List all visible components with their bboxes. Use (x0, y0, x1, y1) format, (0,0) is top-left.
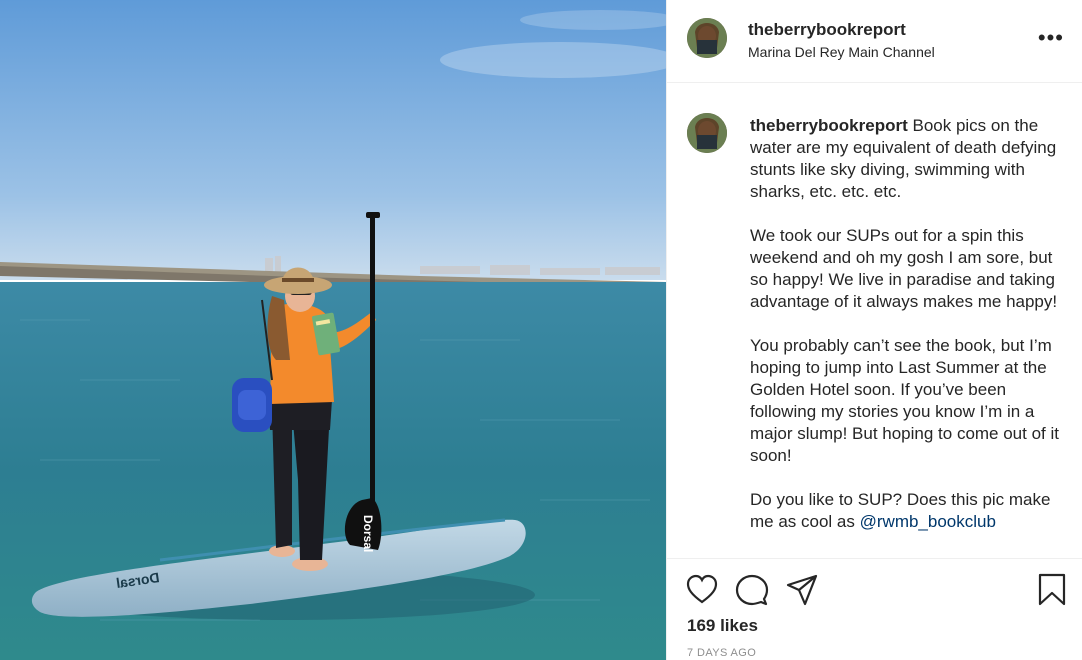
caption-username[interactable]: theberrybookreport (750, 116, 908, 135)
avatar-image (687, 113, 727, 153)
post-location[interactable]: Marina Del Rey Main Channel (748, 44, 935, 60)
save-button[interactable] (1035, 573, 1069, 607)
post-caption: theberrybookreport Book pics on the wate… (750, 115, 1060, 555)
comment-icon (735, 574, 769, 606)
post-photo[interactable]: Dorsal Dorsal (0, 0, 666, 660)
share-icon (786, 574, 818, 606)
post-sidebar: theberrybookreport Marina Del Rey Main C… (666, 0, 1082, 660)
post-header: theberrybookreport Marina Del Rey Main C… (667, 0, 1082, 83)
paddle-brand-text: Dorsal (361, 515, 375, 552)
post-date[interactable]: 7 DAYS AGO (687, 647, 756, 659)
heart-icon (686, 574, 718, 604)
mention-link[interactable]: @rwmb_bookclub (860, 512, 996, 531)
caption-paragraph: Do you like to SUP? Does this pic make m… (750, 489, 1060, 533)
post-username[interactable]: theberrybookreport (748, 20, 906, 40)
caption-paragraph: We took our SUPs out for a spin this wee… (750, 226, 1058, 311)
post-actions: 169 likes 7 DAYS AGO (667, 558, 1082, 660)
caption-avatar[interactable] (687, 113, 727, 153)
likes-count[interactable]: 169 likes (687, 616, 758, 636)
avatar[interactable] (687, 18, 727, 58)
like-button[interactable] (685, 573, 719, 607)
share-button[interactable] (785, 573, 819, 607)
more-options-icon[interactable]: ••• (1038, 27, 1064, 49)
paddleboard-photo: Dorsal Dorsal (0, 0, 666, 660)
caption-paragraph: theberrybookreport Book pics on the wate… (750, 115, 1060, 203)
comment-button[interactable] (735, 573, 769, 607)
comments-area: theberrybookreport Book pics on the wate… (667, 84, 1082, 558)
avatar-image (687, 18, 727, 58)
caption-paragraph: You probably can’t see the book, but I’m… (750, 336, 1059, 465)
bookmark-icon (1038, 573, 1066, 606)
post-view: Dorsal Dorsal theberrybookreport Marina … (0, 0, 1082, 660)
